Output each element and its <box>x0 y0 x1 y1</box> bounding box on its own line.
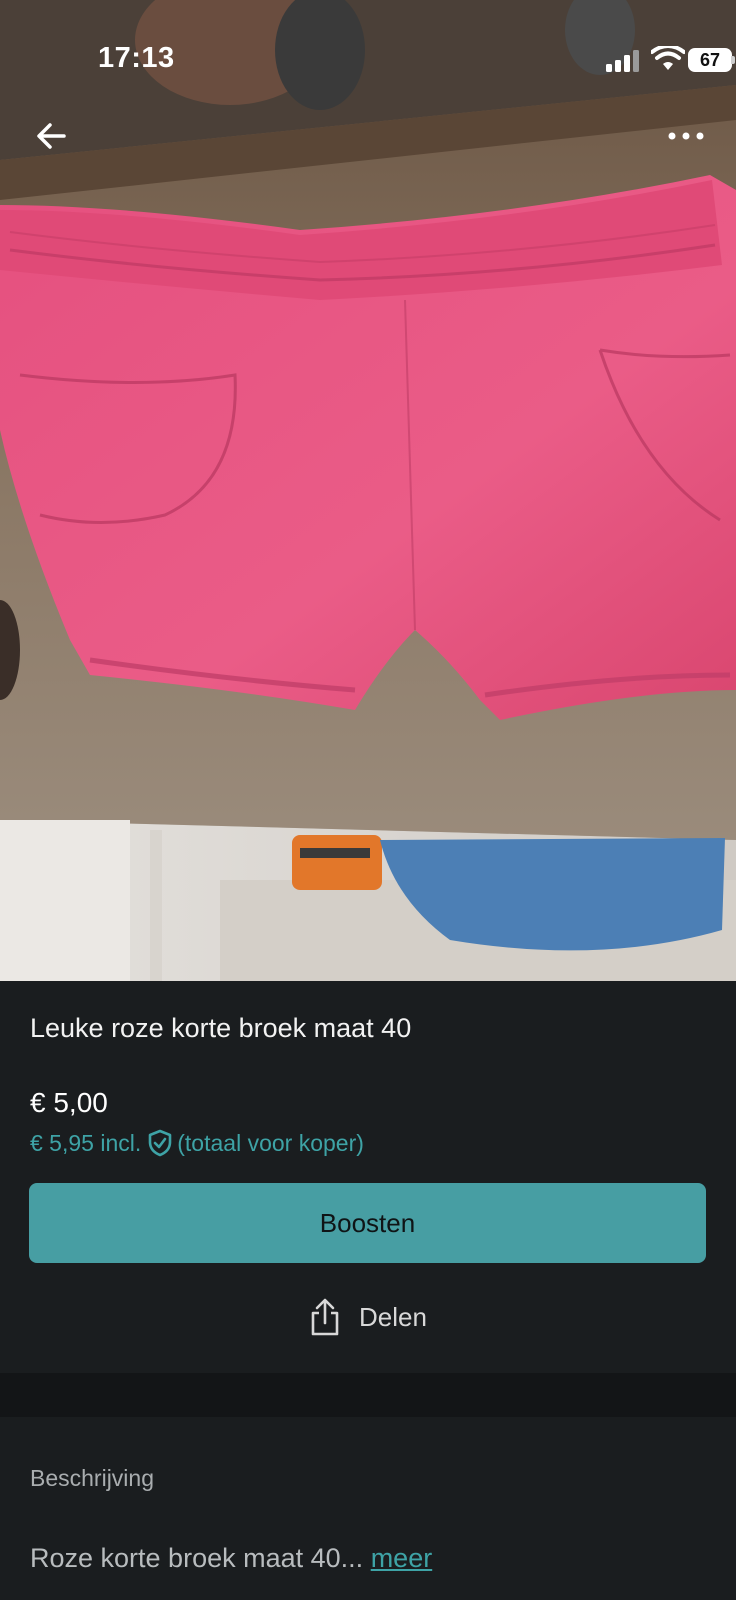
status-bar: 17:13 67 <box>0 0 736 110</box>
status-time: 17:13 <box>98 42 175 74</box>
arrow-left-icon[interactable] <box>34 118 70 154</box>
description-text: Roze korte broek maat 40... <box>30 1543 364 1573</box>
wifi-icon <box>651 46 685 70</box>
product-photo-image <box>0 0 736 981</box>
price-incl-note: (totaal voor koper) <box>177 1129 364 1156</box>
description-section: Beschrijving Roze korte broek maat 40...… <box>0 1417 736 1600</box>
battery-indicator: 67 <box>688 48 735 72</box>
product-price: € 5,00 <box>30 1087 108 1118</box>
battery-level: 67 <box>699 50 721 70</box>
product-info: Leuke roze korte broek maat 40 € 5,00 € … <box>0 981 736 1373</box>
price-incl-buyer-protection[interactable]: € 5,95 incl. (totaal voor koper) <box>30 1129 364 1157</box>
cellular-signal-icon <box>606 50 639 72</box>
shield-check-icon <box>148 1129 172 1157</box>
boost-button[interactable]: Boosten <box>29 1183 706 1263</box>
price-incl-amount: € 5,95 incl. <box>30 1129 142 1156</box>
ellipsis-icon[interactable] <box>666 124 706 148</box>
product-title: Leuke roze korte broek maat 40 <box>30 1013 412 1043</box>
description-heading: Beschrijving <box>30 1465 154 1491</box>
description-text-line: Roze korte broek maat 40... meer <box>30 1543 432 1574</box>
product-photo[interactable]: 17:13 67 <box>0 0 736 981</box>
share-button[interactable]: Delen <box>0 1281 736 1353</box>
share-icon <box>311 1298 339 1336</box>
description-more-link[interactable]: meer <box>371 1543 433 1573</box>
section-divider <box>0 1373 736 1417</box>
share-label: Delen <box>359 1301 427 1332</box>
